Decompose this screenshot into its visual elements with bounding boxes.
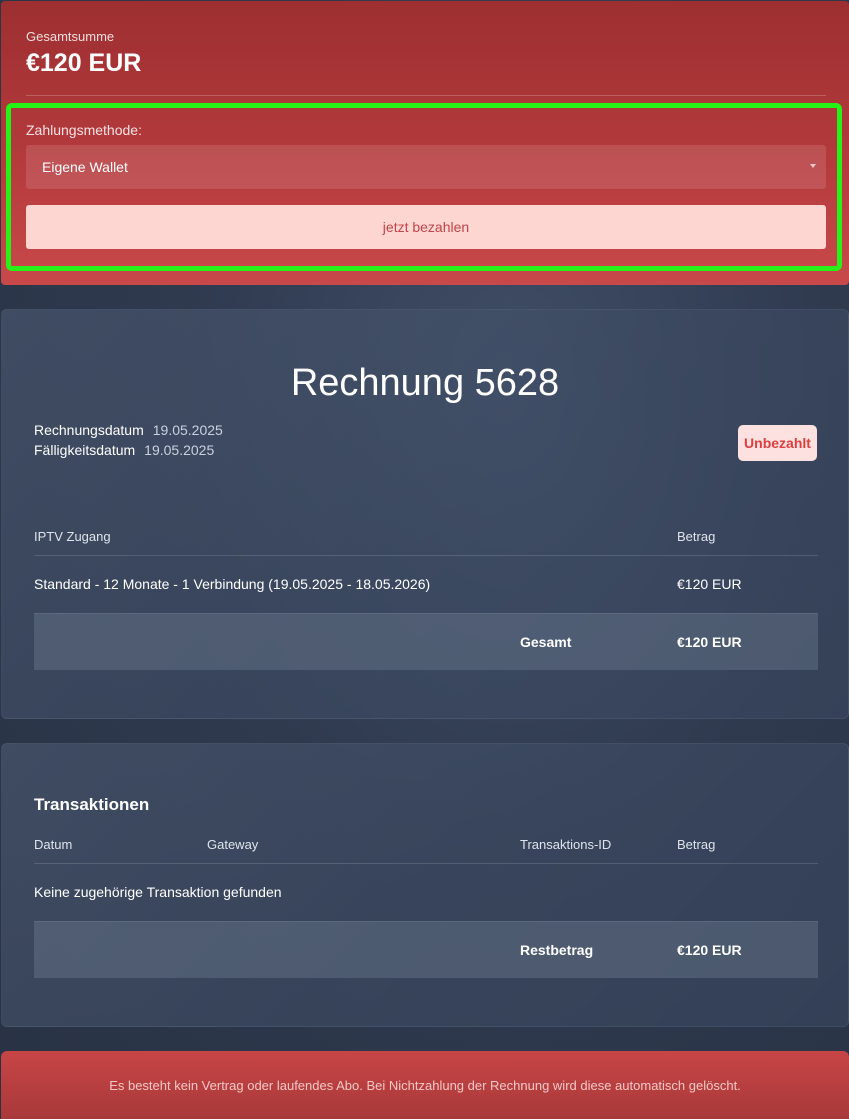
- pay-now-button[interactable]: jetzt bezahlen: [26, 205, 826, 249]
- balance-row: Restbetrag €120 EUR: [34, 921, 818, 978]
- column-header-gateway: Gateway: [207, 837, 259, 852]
- chevron-down-icon: [810, 164, 816, 168]
- column-header-item: IPTV Zugang: [34, 529, 111, 544]
- empty-transactions-message: Keine zugehörige Transaktion gefunden: [34, 884, 282, 900]
- total-value: €120 EUR: [26, 49, 142, 77]
- table-divider: [34, 555, 818, 556]
- line-item-description: Standard - 12 Monate - 1 Verbindung (19.…: [34, 576, 431, 592]
- total-label: Gesamtsumme: [26, 29, 115, 44]
- payment-method-label: Zahlungsmethode:: [26, 122, 142, 138]
- status-badge: Unbezahlt: [738, 425, 817, 461]
- invoice-date-label: Rechnungsdatum: [34, 422, 144, 438]
- column-header-amount: Betrag: [677, 529, 716, 544]
- invoice-total-row: Gesamt €120 EUR: [34, 613, 818, 670]
- invoice-total-label: Gesamt: [520, 634, 572, 650]
- column-header-date: Datum: [34, 837, 73, 852]
- transactions-title: Transaktionen: [34, 795, 150, 814]
- invoice-title: Rechnung 5628: [290, 362, 560, 404]
- payment-card: Gesamtsumme €120 EUR Zahlungsmethode: Ei…: [1, 1, 849, 285]
- due-date-row: Fälligkeitsdatum 19.05.2025: [34, 442, 214, 458]
- payment-method-select[interactable]: Eigene Wallet: [26, 145, 826, 189]
- invoice-date-row: Rechnungsdatum 19.05.2025: [34, 422, 223, 438]
- balance-amount: €120 EUR: [677, 942, 742, 958]
- invoice-total-amount: €120 EUR: [677, 634, 742, 650]
- table-divider: [34, 863, 818, 864]
- due-date-label: Fälligkeitsdatum: [34, 442, 136, 458]
- invoice-card: Rechnung 5628 Rechnungsdatum 19.05.2025 F…: [1, 309, 849, 719]
- transactions-card: Transaktionen Datum Gateway Transaktions…: [1, 743, 849, 1027]
- notice-banner: Es besteht kein Vertrag oder laufendes A…: [1, 1051, 849, 1119]
- divider: [26, 95, 826, 96]
- column-header-transaction-id: Transaktions-ID: [520, 837, 612, 852]
- payment-method-value: Eigene Wallet: [42, 159, 128, 175]
- balance-label: Restbetrag: [520, 942, 594, 958]
- invoice-date-value: 19.05.2025: [152, 422, 223, 438]
- line-item-amount: €120 EUR: [677, 576, 742, 592]
- due-date-value: 19.05.2025: [144, 442, 215, 458]
- column-header-amount: Betrag: [677, 837, 716, 852]
